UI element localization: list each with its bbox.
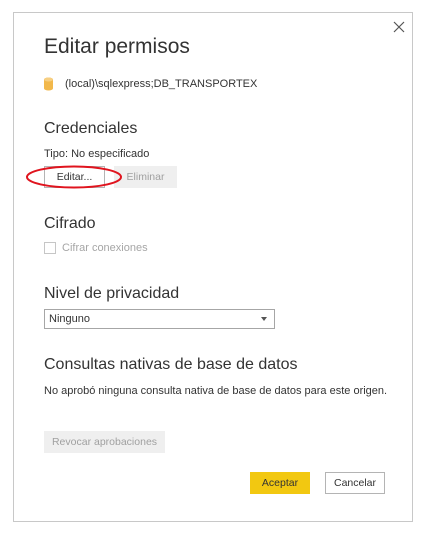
- dialog-title: Editar permisos: [44, 35, 190, 58]
- accept-button[interactable]: Aceptar: [250, 472, 310, 494]
- privacy-level-value: Ninguno: [49, 313, 90, 325]
- close-icon[interactable]: [393, 21, 405, 33]
- native-queries-description: No aprobó ninguna consulta nativa de bas…: [44, 385, 388, 397]
- data-source-path: (local)\sqlexpress;DB_TRANSPORTEX: [65, 78, 258, 90]
- native-queries-heading: Consultas nativas de base de datos: [44, 356, 298, 373]
- encryption-heading: Cifrado: [44, 215, 96, 232]
- delete-credentials-button[interactable]: Eliminar: [114, 166, 177, 188]
- cancel-button[interactable]: Cancelar: [325, 472, 385, 494]
- encrypt-connections-checkbox[interactable]: [44, 242, 56, 254]
- close-button[interactable]: [390, 18, 408, 36]
- credential-type-text: Tipo: No especificado: [44, 148, 150, 160]
- privacy-level-heading: Nivel de privacidad: [44, 285, 180, 302]
- edit-permissions-dialog: Editar permisos (local)\sqlexpress;DB_TR…: [13, 12, 413, 522]
- data-source-row: (local)\sqlexpress;DB_TRANSPORTEX: [44, 77, 257, 91]
- credentials-heading: Credenciales: [44, 120, 138, 137]
- privacy-level-select[interactable]: Ninguno: [44, 309, 275, 329]
- database-icon: [44, 77, 53, 91]
- revoke-approvals-button[interactable]: Revocar aprobaciones: [44, 431, 165, 453]
- encrypt-connections-label: Cifrar conexiones: [62, 242, 148, 254]
- edit-credentials-button[interactable]: Editar...: [44, 166, 105, 188]
- dropdown-arrow-icon: [261, 317, 267, 321]
- encrypt-connections-option[interactable]: Cifrar conexiones: [44, 242, 148, 254]
